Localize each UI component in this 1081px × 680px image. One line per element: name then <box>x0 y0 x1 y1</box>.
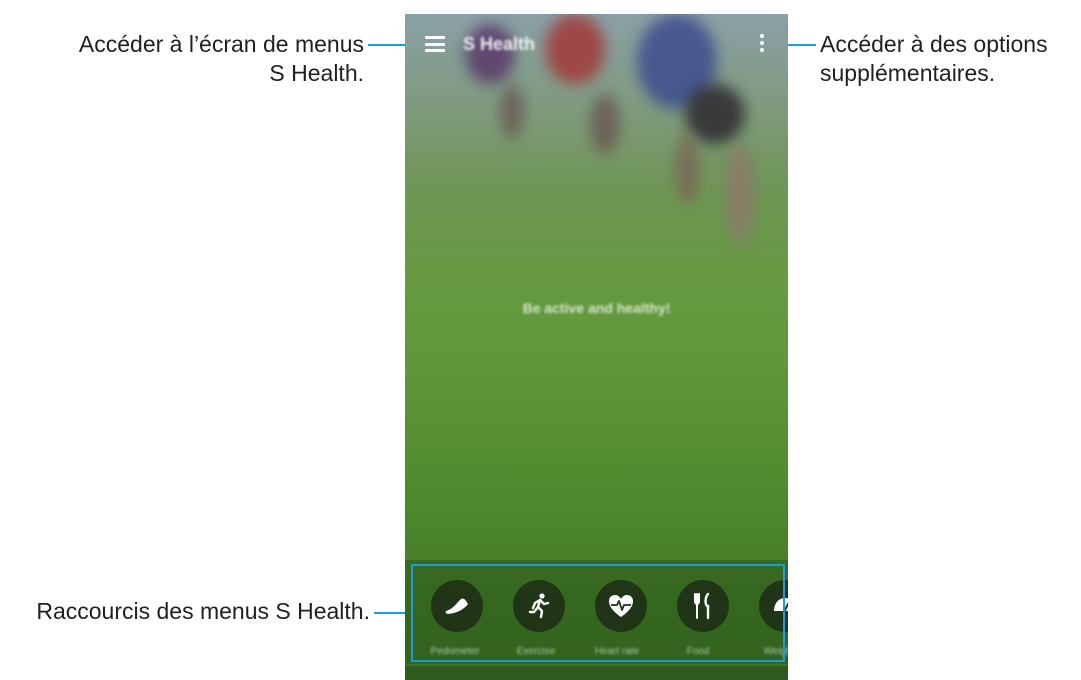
app-title: S Health <box>463 34 536 54</box>
shortcuts-callout-text: Raccourcis des menus S Health. <box>36 598 370 624</box>
app-header: S Health <box>405 14 788 72</box>
options-callout-line2: supplémentaires. <box>820 60 996 86</box>
options-callout: Accéder à des options supplémentaires. <box>820 30 1078 88</box>
more-options-icon[interactable] <box>758 34 766 56</box>
runner-blur <box>685 84 745 144</box>
slogan-text: Be active and healthy! <box>522 300 671 316</box>
runner-blur <box>675 134 700 204</box>
menu-callout: Accéder à l’écran de menus S Health. <box>40 30 364 88</box>
hamburger-menu-icon[interactable] <box>425 36 445 52</box>
bottom-panel-edge <box>405 666 788 680</box>
menu-callout-line1: Accéder à l’écran de menus <box>78 31 364 57</box>
shortcuts-highlight-box <box>411 564 785 662</box>
options-callout-line1: Accéder à des options <box>820 31 1048 57</box>
runner-blur <box>590 94 620 154</box>
shortcuts-callout: Raccourcis des menus S Health. <box>10 597 370 626</box>
menu-callout-line2: S Health. <box>269 60 364 86</box>
runner-blur <box>500 84 524 139</box>
runner-blur <box>725 144 755 244</box>
